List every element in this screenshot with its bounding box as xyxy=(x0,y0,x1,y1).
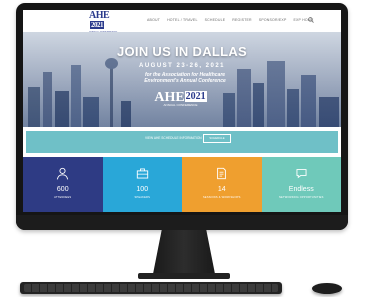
website-screen: AHE2021 ANNUAL CONFERENCE ABOUT HOTEL / … xyxy=(23,10,341,212)
hero-date: AUGUST 23-26, 2021 xyxy=(138,63,226,69)
stat-label: SESSIONS & WORKSHOPS xyxy=(202,196,241,199)
nav-item-hotel-travel[interactable]: HOTEL / TRAVEL xyxy=(167,18,198,22)
chat-icon xyxy=(295,167,308,180)
stat-tile-sessions: 14 SESSIONS & WORKSHOPS xyxy=(182,157,262,212)
keyboard xyxy=(20,282,282,294)
nav-item-about[interactable]: ABOUT xyxy=(147,18,160,22)
nav-item-sponsor[interactable]: SPONSOR/EXP xyxy=(259,18,287,22)
nav-item-register[interactable]: REGISTER xyxy=(232,18,252,22)
stat-value: 14 xyxy=(217,186,226,193)
stat-tile-attendees: 600 ATTENDEES xyxy=(23,157,103,212)
search-icon[interactable] xyxy=(308,17,314,25)
stats-tiles: 600 ATTENDEES 100 SPEAKERS 14 SESSIONS &… xyxy=(23,157,341,212)
schedule-banner: VIEW AHE SCHEDULE INFORMATION SCHEDULE xyxy=(23,127,341,157)
hero-logo-year: 2021 xyxy=(184,91,207,102)
hero-title: JOIN US IN DALLAS xyxy=(116,44,248,59)
mouse xyxy=(312,283,342,294)
monitor-chin xyxy=(16,215,348,230)
document-icon xyxy=(215,167,228,180)
schedule-banner-panel xyxy=(26,131,338,153)
keyboard-keys xyxy=(24,284,278,292)
stat-value: Endless xyxy=(288,186,314,193)
hero-subtitle: for the Association for Healthcare Envir… xyxy=(144,72,226,84)
stat-label: SPEAKERS xyxy=(134,196,151,199)
stat-value: 100 xyxy=(136,186,149,193)
schedule-banner-text: VIEW AHE SCHEDULE INFORMATION xyxy=(145,136,202,140)
navbar: AHE2021 ANNUAL CONFERENCE ABOUT HOTEL / … xyxy=(23,10,341,35)
person-icon xyxy=(56,167,69,180)
stat-tile-networking: Endless NETWORKING OPPORTUNITIES xyxy=(261,157,341,212)
monitor-stand-base xyxy=(138,273,230,279)
logo-mark: AHE xyxy=(89,10,110,21)
monitor: AHE2021 ANNUAL CONFERENCE ABOUT HOTEL / … xyxy=(16,3,348,230)
schedule-button[interactable]: SCHEDULE xyxy=(203,134,231,143)
hero-banner: JOIN US IN DALLAS AUGUST 23-26, 2021 for… xyxy=(23,32,341,127)
stat-value: 600 xyxy=(56,186,69,193)
stat-tile-speakers: 100 SPEAKERS xyxy=(102,157,182,212)
site-logo[interactable]: AHE2021 ANNUAL CONFERENCE xyxy=(89,10,121,35)
monitor-stand xyxy=(153,230,215,274)
stat-label: ATTENDEES xyxy=(54,196,72,199)
briefcase-icon xyxy=(136,167,149,180)
logo-year: 2021 xyxy=(90,21,104,29)
nav-menu: ABOUT HOTEL / TRAVEL SCHEDULE REGISTER S… xyxy=(147,18,314,22)
nav-item-schedule[interactable]: SCHEDULE xyxy=(205,18,226,22)
hero-logo: AHE2021 ANNUAL CONFERENCE xyxy=(153,91,208,121)
stat-label: NETWORKING OPPORTUNITIES xyxy=(278,196,324,199)
